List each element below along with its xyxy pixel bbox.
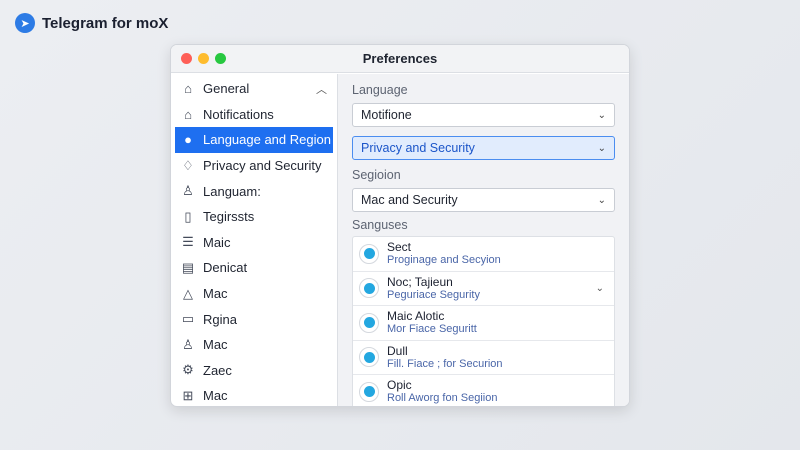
chat-bubble-icon bbox=[359, 347, 379, 368]
chat-bubble-icon bbox=[359, 381, 379, 402]
list-label: Sanguses bbox=[352, 218, 408, 232]
sidebar-item[interactable]: ⊞ Mac bbox=[171, 383, 337, 406]
sidebar-item-icon: ▯ bbox=[184, 208, 192, 224]
sidebar-item[interactable]: ☰ Maic bbox=[171, 230, 337, 256]
sidebar: ⌂ General ︿ ⌂ Notifications ● Language and Reg… bbox=[171, 74, 338, 406]
telegram-logo-icon: ➤ bbox=[15, 13, 35, 33]
sidebar-item-label: Rgina bbox=[203, 311, 237, 327]
sidebar-item[interactable]: ● Language and Region bbox=[175, 127, 333, 153]
sidebar-item-label: Language and Region bbox=[203, 132, 331, 148]
sidebar-item-icon: ● bbox=[184, 132, 192, 148]
sidebar-item[interactable]: ▭ Rgina bbox=[171, 306, 337, 332]
sidebar-item-icon: ▭ bbox=[181, 311, 195, 327]
sidebar-item-label: Maic bbox=[203, 234, 231, 250]
chat-bubble-icon bbox=[359, 278, 379, 299]
sidebar-item-label: General bbox=[203, 81, 250, 97]
sidebar-item-icon: △ bbox=[183, 285, 193, 301]
sidebar-item-label: Privacy and Security bbox=[203, 158, 322, 174]
list-item-title: Opic bbox=[387, 378, 412, 393]
title-bar: Preferences bbox=[171, 45, 629, 73]
list-item[interactable]: Maic Alotic Mor Fiace Seguritt bbox=[353, 306, 614, 341]
sidebar-item-label: Mac bbox=[203, 286, 228, 302]
list-item[interactable]: Dull Fill. Fiace ; for Securion bbox=[353, 341, 614, 375]
chevron-up-icon[interactable]: ︿ bbox=[316, 81, 327, 97]
sidebar-item[interactable]: ♙ Mac bbox=[171, 332, 337, 358]
sidebar-item-icon: ♢ bbox=[182, 157, 194, 173]
sidebar-item[interactable]: △ Mac bbox=[171, 281, 337, 307]
list-item-subtitle: Peguriace Segurity bbox=[387, 288, 480, 301]
sidebar-item-label: Notifications bbox=[203, 106, 274, 122]
chevron-down-icon[interactable]: ⌄ bbox=[596, 283, 604, 294]
sidebar-item-label: Mac bbox=[203, 337, 228, 353]
list-item[interactable]: Sect Proginage and Secyion bbox=[353, 237, 614, 272]
app-header: ➤ Telegram for moX bbox=[15, 13, 168, 33]
language-label: Language bbox=[352, 83, 408, 97]
settings-list: Sect Proginage and Secyion Noc; Tajieun Peg… bbox=[352, 236, 615, 406]
window-title: Preferences bbox=[362, 51, 438, 66]
chat-bubble-icon bbox=[359, 243, 379, 264]
sidebar-item-icon: ☰ bbox=[182, 234, 194, 250]
sidebar-item[interactable]: ⚙ Zaec bbox=[171, 358, 337, 384]
sidebar-item[interactable]: ▤ Denicat bbox=[171, 255, 337, 281]
list-item-subtitle: Mor Fiace Seguritt bbox=[387, 323, 477, 336]
list-item-title: Maic Alotic bbox=[387, 309, 445, 324]
sidebar-item-icon: ⌂ bbox=[184, 106, 192, 122]
sidebar-item-icon: ♙ bbox=[182, 336, 194, 352]
sidebar-item[interactable]: ⌂ General ︿ bbox=[171, 76, 337, 102]
minimize-button[interactable] bbox=[198, 53, 209, 64]
sidebar-item-icon: ⊞ bbox=[182, 387, 194, 403]
sidebar-item-icon: ♙ bbox=[182, 183, 194, 199]
chevron-down-icon: ⌄ bbox=[597, 142, 606, 154]
privacy-value: Privacy and Security bbox=[361, 141, 475, 155]
region-label: Segioion bbox=[352, 168, 401, 182]
sidebar-item-label: Languam: bbox=[203, 183, 261, 199]
list-item-title: Sect bbox=[387, 240, 412, 255]
sidebar-item-label: Denicat bbox=[203, 260, 248, 276]
chat-bubble-icon bbox=[359, 312, 379, 333]
region-dropdown[interactable]: Mac and Security ⌄ bbox=[352, 188, 615, 212]
sidebar-item-icon: ⚙ bbox=[182, 362, 194, 378]
chevron-down-icon: ⌄ bbox=[597, 109, 606, 121]
sidebar-item-label: Mac bbox=[203, 388, 228, 404]
list-item-title: Noc; Tajieun bbox=[387, 274, 453, 289]
chevron-down-icon: ⌄ bbox=[597, 194, 606, 206]
list-item-subtitle: Fill. Fiace ; for Securion bbox=[387, 357, 503, 370]
list-item[interactable]: Opic Roll Aworg fon Segiion bbox=[353, 375, 614, 406]
sidebar-item[interactable]: ⌂ Notifications bbox=[171, 102, 337, 128]
app-title: Telegram for moX bbox=[42, 14, 169, 32]
sidebar-item[interactable]: ♢ Privacy and Security bbox=[171, 153, 337, 179]
close-button[interactable] bbox=[181, 53, 192, 64]
sidebar-item-icon: ⌂ bbox=[184, 81, 192, 97]
sidebar-item-label: Zaec bbox=[203, 362, 232, 378]
sidebar-item-label: Tegirssts bbox=[203, 209, 255, 225]
language-value: Motifione bbox=[361, 108, 412, 122]
region-value: Mac and Security bbox=[361, 193, 458, 207]
privacy-dropdown[interactable]: Privacy and Security ⌄ bbox=[352, 136, 615, 160]
zoom-button[interactable] bbox=[215, 53, 226, 64]
sidebar-item-icon: ▤ bbox=[181, 259, 195, 275]
sidebar-item[interactable]: ♙ Languam: bbox=[171, 178, 337, 204]
list-item-subtitle: Proginage and Secyion bbox=[387, 254, 501, 267]
list-item-subtitle: Roll Aworg fon Segiion bbox=[387, 392, 498, 405]
preferences-window: Preferences ⌂ General ︿ ⌂ Notifications ● Lang… bbox=[170, 44, 630, 407]
language-dropdown[interactable]: Motifione ⌄ bbox=[352, 103, 615, 127]
list-item-title: Dull bbox=[387, 343, 408, 358]
sidebar-item[interactable]: ▯ Tegirssts bbox=[171, 204, 337, 230]
list-item[interactable]: Noc; Tajieun Peguriace Segurity ⌄ bbox=[353, 272, 614, 306]
main-pane: Language Motifione ⌄ Privacy and Security… bbox=[338, 74, 629, 406]
